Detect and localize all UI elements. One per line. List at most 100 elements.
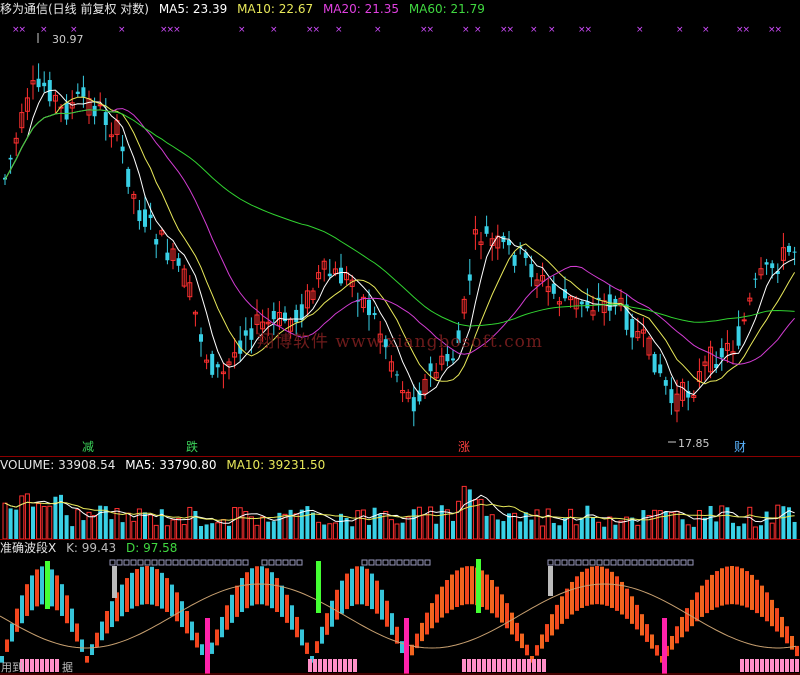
volume-bar [227,525,231,539]
high-price-label: 30.97 [52,33,84,46]
candle-down [294,309,299,323]
bottom-block [353,659,357,672]
volume-bar [2,502,8,539]
marker-glyph: × [335,25,342,35]
volume-readout: VOLUME: 33908.54 [0,458,116,472]
top-dash [596,559,603,566]
wave-bar [620,581,624,615]
wave-bar [515,622,519,642]
wave-bar [265,568,269,606]
wave-bar [630,596,634,624]
wave-bar [195,632,199,648]
wave-bar [300,629,304,646]
volume-chart[interactable] [0,473,800,539]
volume-bar [641,510,646,539]
volume-bar [210,523,215,539]
marker-glyph: × [462,25,469,35]
wave-bar [670,635,674,650]
wave-bar [70,608,74,632]
wave-bar [510,612,514,635]
wave-bar [720,568,724,606]
candle-down [92,105,97,117]
wave-bar [190,621,194,641]
signal-column [112,566,117,598]
candle-down [529,264,534,278]
candle-down [367,299,371,316]
wave-bar [460,567,464,606]
candle-down [154,239,159,245]
volume-bar [484,515,489,539]
wave-bar [615,576,619,611]
candle-down [467,274,472,281]
volume-bar [170,519,176,539]
top-dash [116,559,123,566]
wave-bar [425,612,429,635]
top-dash [368,559,375,566]
wave-segment [85,566,204,663]
wave-bar [365,568,369,606]
volume-bar [367,524,371,539]
volume-bar [534,509,540,539]
wave-bar [600,566,604,605]
volume-bar [489,514,495,539]
wave-bar [10,623,14,642]
wave-bar [230,594,234,623]
candle-down [339,267,343,284]
candle-down [764,262,769,265]
wave-bar [645,624,649,642]
top-dash [261,559,268,566]
wave-bar [525,644,529,656]
bottom-block [785,659,789,672]
volume-bar [411,509,416,539]
candle-down [271,310,276,320]
low-price-label: 17.85 [678,437,710,450]
bottom-block [790,659,794,672]
volume-bar [775,504,781,539]
volume-bar [355,510,361,539]
marker-glyph: × [702,25,709,35]
top-dash [375,559,382,566]
top-dash [673,559,680,566]
wave-bar [785,626,789,644]
wave-bar [175,592,179,622]
volume-bar [153,524,159,539]
wave-bar [520,633,524,649]
wave-bar [760,585,764,617]
top-dash [158,559,165,566]
candle-down [148,214,153,219]
marker-glyph: ××× [160,25,181,35]
volume-bar [518,521,523,539]
volume-bar [602,526,607,539]
wave-bar [605,568,609,606]
volume-bar [394,523,400,539]
indicator-chart[interactable] [0,556,800,675]
volume-bar [332,522,338,539]
candlestick-chart[interactable] [0,18,800,456]
candle-down [215,364,220,368]
top-dash [151,559,158,566]
signal-tag-jian: 减 [82,440,95,454]
wave-bar [490,580,494,614]
wave-bar [560,596,564,624]
volume-bar [668,512,674,539]
volume-bar [467,489,472,539]
volume-bar [596,521,602,539]
marker-glyph: × [118,25,125,35]
wave-bar [110,601,114,628]
wave-bar [260,566,264,605]
wave-bar [735,566,739,605]
volume-bar [254,524,260,539]
wave-bar [485,574,489,610]
bottom-block [527,659,531,672]
volume-bar [613,524,618,539]
volume-bar [143,512,147,539]
top-dash [268,559,275,566]
wave-bar [35,569,39,607]
indicator-bottom-note-2: 据 [62,661,73,674]
wave-bar [145,566,149,605]
volume-bar [388,519,394,539]
bottom-block [522,659,526,672]
wave-bar [505,603,509,629]
volume-bar [215,522,221,539]
volume-bar [579,517,584,539]
